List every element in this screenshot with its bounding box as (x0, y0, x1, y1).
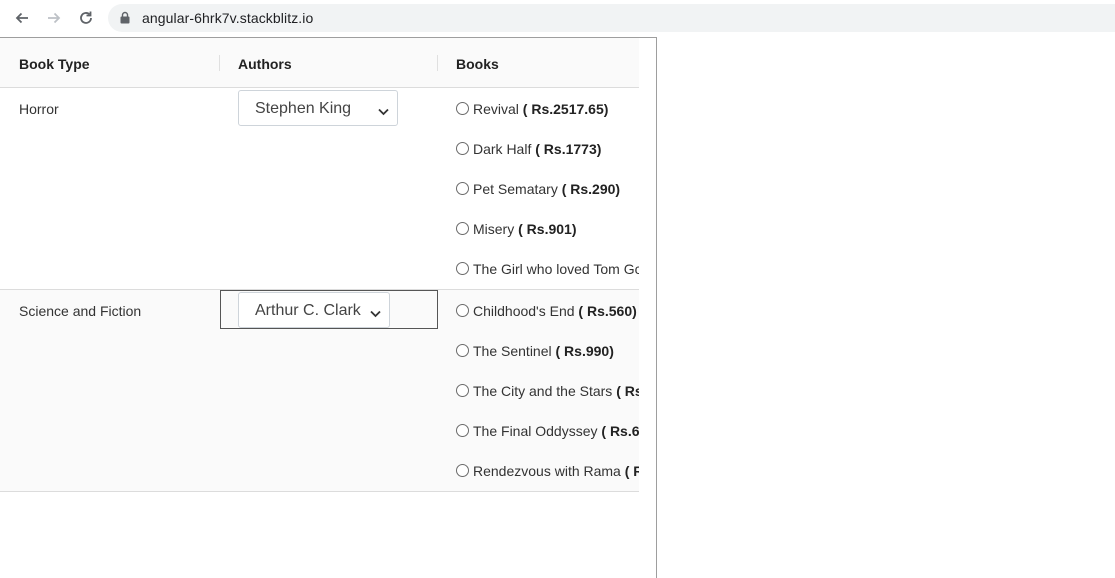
url-text: angular-6hrk7v.stackblitz.io (142, 10, 314, 26)
reload-icon[interactable] (74, 6, 98, 30)
book-price: ( Rs.560) (578, 303, 637, 319)
book-radio[interactable] (456, 182, 469, 195)
chevron-down-icon (370, 305, 381, 323)
book-radio[interactable] (456, 384, 469, 397)
book-title: The City and the Stars (473, 383, 613, 399)
book-price: ( Rs.1773) (535, 141, 602, 157)
address-bar[interactable]: angular-6hrk7v.stackblitz.io (108, 4, 1115, 32)
book-price: ( Rs. (616, 383, 639, 399)
book-title: Childhood's End (473, 303, 575, 319)
book-radio[interactable] (456, 464, 469, 477)
book-price: ( Rs.990) (555, 343, 614, 359)
book-price: ( R (624, 463, 639, 479)
book-radio[interactable] (456, 102, 469, 115)
book-type-cell: Science and Fiction (19, 303, 142, 319)
forward-arrow-icon[interactable] (42, 6, 66, 30)
author-select[interactable]: Stephen King (238, 90, 398, 126)
author-select-value: Stephen King (255, 100, 352, 117)
header-divider (219, 55, 220, 71)
chevron-down-icon (378, 103, 389, 121)
book-title: The Girl who loved Tom Gc (473, 261, 639, 277)
book-price: ( Rs.62 (601, 423, 639, 439)
book-price: ( Rs.901) (518, 221, 577, 237)
book-radio[interactable] (456, 424, 469, 437)
book-title: The Sentinel (473, 343, 552, 359)
book-title: Rendezvous with Rama (473, 463, 621, 479)
book-price: ( Rs.2517.65) (522, 101, 609, 117)
header-books: Books (456, 56, 499, 72)
header-book-type: Book Type (19, 56, 90, 72)
table-row: Science and Fiction Arthur C. Clark Chil… (0, 290, 639, 492)
author-select-value: Arthur C. Clark (255, 302, 361, 319)
header-authors: Authors (238, 56, 292, 72)
author-select[interactable]: Arthur C. Clark (238, 292, 390, 328)
header-divider (437, 55, 438, 71)
book-title: Pet Sematary (473, 181, 558, 197)
book-price: ( Rs.290) (561, 181, 621, 197)
book-radio[interactable] (456, 262, 469, 275)
table-container: Book Type Authors Books Horror Stephen K… (0, 38, 639, 578)
book-title: Revival (473, 101, 519, 117)
book-radio[interactable] (456, 222, 469, 235)
book-radio[interactable] (456, 344, 469, 357)
book-title: Misery (473, 221, 515, 237)
browser-toolbar: angular-6hrk7v.stackblitz.io (0, 0, 1115, 37)
lock-icon (120, 11, 130, 29)
book-radio[interactable] (456, 142, 469, 155)
book-title: The Final Oddyssey (473, 423, 598, 439)
book-type-cell: Horror (19, 101, 59, 117)
app-preview-frame: Book Type Authors Books Horror Stephen K… (0, 37, 657, 578)
book-title: Dark Half (473, 141, 532, 157)
back-arrow-icon[interactable] (10, 6, 34, 30)
table-row: Horror Stephen King Revival ( Rs.2517.65… (0, 88, 639, 290)
table-header: Book Type Authors Books (0, 38, 639, 88)
book-radio[interactable] (456, 304, 469, 317)
